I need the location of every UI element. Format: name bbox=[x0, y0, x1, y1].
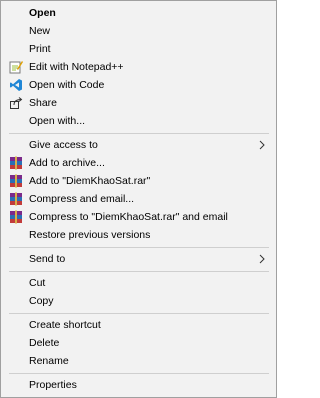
menu-item-give-access[interactable]: Give access to bbox=[2, 136, 275, 154]
chevron-right-icon bbox=[259, 140, 265, 150]
context-menu: Open New Print Edit with Notepad++ Open … bbox=[0, 0, 277, 398]
winrar-icon bbox=[9, 210, 23, 224]
menu-item-add-archive[interactable]: Add to archive... bbox=[2, 154, 275, 172]
menu-item-label: Delete bbox=[29, 337, 60, 349]
menu-item-label: Properties bbox=[29, 379, 77, 391]
winrar-icon bbox=[9, 174, 23, 188]
menu-item-label: Rename bbox=[29, 355, 69, 367]
menu-item-send-to[interactable]: Send to bbox=[2, 250, 275, 268]
menu-item-label: Restore previous versions bbox=[29, 229, 151, 241]
menu-item-label: Add to archive... bbox=[29, 157, 105, 169]
menu-item-share[interactable]: Share bbox=[2, 94, 275, 112]
chevron-right-icon bbox=[259, 254, 265, 264]
menu-item-properties[interactable]: Properties bbox=[2, 376, 275, 394]
menu-item-compress-rar-email[interactable]: Compress to "DiemKhaoSat.rar" and email bbox=[2, 208, 275, 226]
menu-item-delete[interactable]: Delete bbox=[2, 334, 275, 352]
winrar-icon bbox=[9, 192, 23, 206]
menu-item-label: Compress to "DiemKhaoSat.rar" and email bbox=[29, 211, 228, 223]
menu-item-label: Edit with Notepad++ bbox=[29, 61, 124, 73]
menu-item-label: Copy bbox=[29, 295, 54, 307]
menu-separator bbox=[9, 271, 269, 272]
menu-item-label: Compress and email... bbox=[29, 193, 135, 205]
menu-item-label: Open bbox=[29, 7, 56, 19]
menu-item-print[interactable]: Print bbox=[2, 40, 275, 58]
menu-item-label: Open with... bbox=[29, 115, 86, 127]
menu-item-label: Cut bbox=[29, 277, 46, 289]
menu-item-cut[interactable]: Cut bbox=[2, 274, 275, 292]
menu-item-rename[interactable]: Rename bbox=[2, 352, 275, 370]
menu-separator bbox=[9, 133, 269, 134]
winrar-icon bbox=[9, 156, 23, 170]
menu-item-label: Print bbox=[29, 43, 51, 55]
menu-item-create-shortcut[interactable]: Create shortcut bbox=[2, 316, 275, 334]
menu-item-label: Create shortcut bbox=[29, 319, 101, 331]
menu-item-new[interactable]: New bbox=[2, 22, 275, 40]
menu-item-copy[interactable]: Copy bbox=[2, 292, 275, 310]
menu-item-label: Share bbox=[29, 97, 58, 109]
menu-item-open[interactable]: Open bbox=[2, 4, 275, 22]
menu-item-add-rar[interactable]: Add to "DiemKhaoSat.rar" bbox=[2, 172, 275, 190]
notepad-plus-icon bbox=[9, 60, 23, 74]
menu-separator bbox=[9, 373, 269, 374]
menu-separator bbox=[9, 247, 269, 248]
menu-item-label: Send to bbox=[29, 253, 66, 265]
menu-separator bbox=[9, 313, 269, 314]
menu-item-restore[interactable]: Restore previous versions bbox=[2, 226, 275, 244]
menu-item-edit-notepad[interactable]: Edit with Notepad++ bbox=[2, 58, 275, 76]
menu-item-label: Give access to bbox=[29, 139, 98, 151]
share-icon bbox=[9, 96, 23, 110]
menu-item-compress-email[interactable]: Compress and email... bbox=[2, 190, 275, 208]
menu-item-open-with[interactable]: Open with... bbox=[2, 112, 275, 130]
menu-item-label: Add to "DiemKhaoSat.rar" bbox=[29, 175, 151, 187]
menu-item-label: Open with Code bbox=[29, 79, 105, 91]
menu-item-open-code[interactable]: Open with Code bbox=[2, 76, 275, 94]
menu-item-label: New bbox=[29, 25, 51, 37]
vscode-icon bbox=[9, 78, 23, 92]
